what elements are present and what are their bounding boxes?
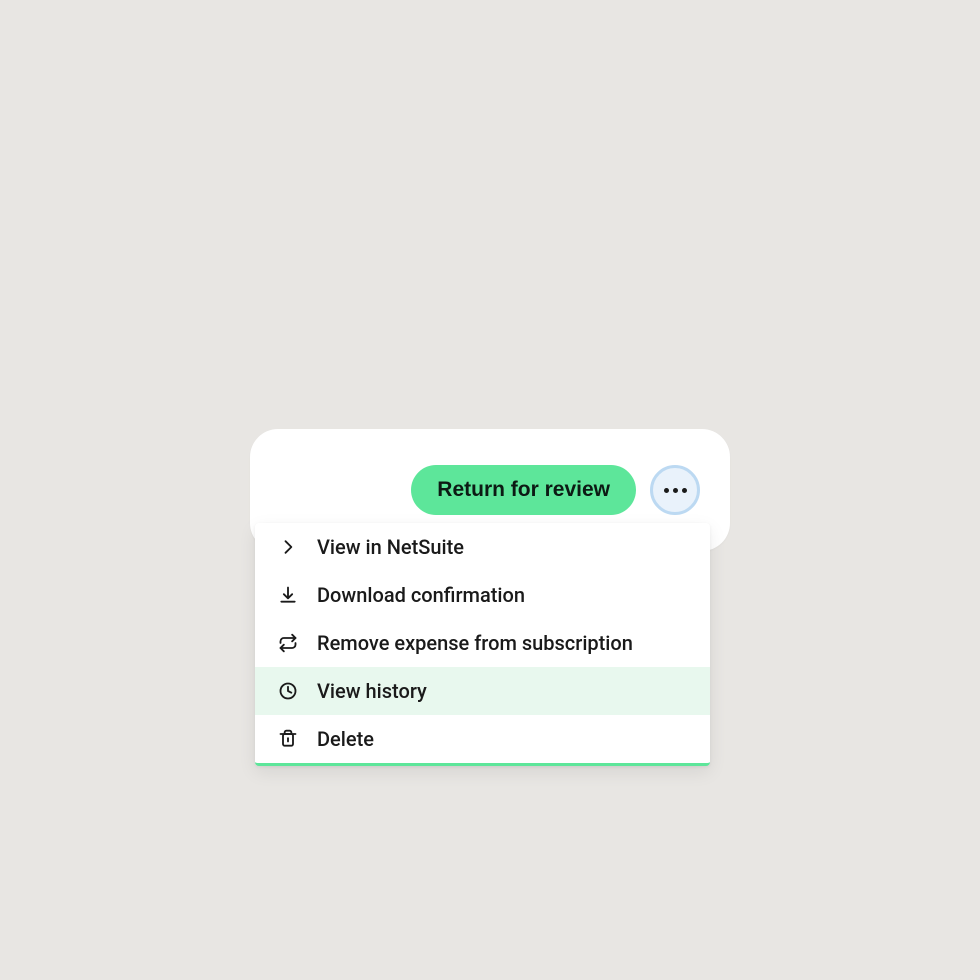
menu-item-label: View in NetSuite <box>317 535 464 559</box>
menu-item-remove-expense[interactable]: Remove expense from subscription <box>255 619 710 667</box>
chevron-right-icon <box>277 536 299 558</box>
menu-item-label: Download confirmation <box>317 583 525 607</box>
menu-item-delete[interactable]: Delete <box>255 715 710 763</box>
menu-item-label: Delete <box>317 727 374 751</box>
dots-icon <box>682 488 687 493</box>
menu-item-label: Remove expense from subscription <box>317 631 633 655</box>
return-for-review-button[interactable]: Return for review <box>411 465 636 515</box>
refresh-icon <box>277 632 299 654</box>
clock-icon <box>277 680 299 702</box>
menu-item-view-history[interactable]: View history <box>255 667 710 715</box>
dots-icon <box>673 488 678 493</box>
dots-icon <box>664 488 669 493</box>
more-actions-button[interactable] <box>650 465 700 515</box>
action-card: Return for review View in NetSuite Downl… <box>250 429 730 551</box>
menu-item-download-confirmation[interactable]: Download confirmation <box>255 571 710 619</box>
menu-item-label: View history <box>317 679 427 703</box>
download-icon <box>277 584 299 606</box>
toolbar: Return for review <box>274 465 706 515</box>
trash-icon <box>277 728 299 750</box>
dropdown-menu: View in NetSuite Download confirmation <box>255 523 710 766</box>
menu-item-view-in-netsuite[interactable]: View in NetSuite <box>255 523 710 571</box>
